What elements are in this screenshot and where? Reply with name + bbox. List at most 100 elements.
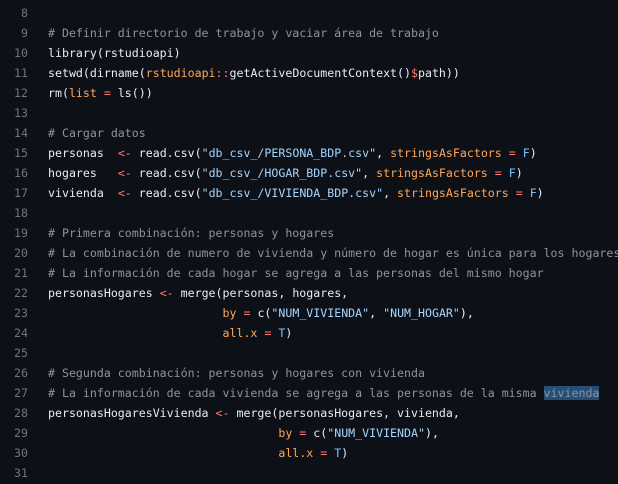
line-number: 9 (21, 26, 28, 40)
code-token: stringsAsFactors (397, 186, 509, 200)
code-token: rm( (48, 86, 69, 100)
code-line[interactable]: 21 # La información de cada hogar se agre… (0, 263, 618, 283)
code-text[interactable]: setwd(dirname(rstudioapi::getActiveDocum… (48, 63, 460, 83)
code-editor[interactable]: 8 9 # Definir directorio de trabajo y vaci… (0, 3, 618, 483)
code-line[interactable]: 22 personasHogares <- merge(personas, hog… (0, 283, 618, 303)
line-number: 27 (14, 386, 28, 400)
code-token: getActiveDocumentContext() (229, 66, 411, 80)
code-line[interactable]: 19 # Primera combinación: personas y hoga… (0, 223, 618, 243)
code-line[interactable]: 8 (0, 3, 618, 23)
line-number: 18 (14, 206, 28, 220)
code-token: merge(personas, hogares, (173, 286, 349, 300)
code-token: ) (341, 446, 349, 460)
code-line[interactable]: 13 (0, 103, 618, 123)
code-token: = (313, 446, 335, 460)
code-token: = (292, 426, 314, 440)
code-token: <- (117, 146, 132, 160)
code-token: "NUM_VIVIENDA" (327, 426, 425, 440)
code-text[interactable]: # Definir directorio de trabajo y vaciar… (48, 23, 439, 43)
code-text[interactable]: by = c("NUM_VIVIENDA", "NUM_HOGAR"), (48, 303, 474, 323)
code-text[interactable]: # Primera combinación: personas y hogare… (48, 223, 334, 243)
code-line[interactable]: 18 (0, 203, 618, 223)
code-line[interactable]: 15 personas <- read.csv("db_csv_/PERSONA_… (0, 143, 618, 163)
code-token: vivienda (48, 186, 118, 200)
code-text[interactable]: rm(list = ls()) (48, 83, 153, 103)
code-text[interactable]: # Segunda combinación: personas y hogare… (48, 363, 425, 383)
selected-text: vivienda (543, 386, 600, 400)
code-token: "NUM_VIVIENDA" (271, 306, 370, 320)
code-line[interactable]: 11 setwd(dirname(rstudioapi::getActiveDoc… (0, 63, 618, 83)
code-token: # Primera combinación: personas y hogare… (48, 226, 335, 240)
code-text[interactable]: by = c("NUM_VIVIENDA"), (48, 423, 439, 443)
code-token: by (222, 306, 237, 320)
code-token: hogares (48, 166, 118, 180)
line-number: 21 (14, 266, 28, 280)
code-text[interactable]: library(rstudioapi) (48, 43, 181, 63)
code-token: F (522, 146, 530, 160)
code-token: read.csv( (131, 146, 202, 160)
code-token: "db_csv_/PERSONA_BDP.csv" (201, 146, 377, 160)
code-line[interactable]: 23 by = c("NUM_VIVIENDA", "NUM_HOGAR"), (0, 303, 618, 323)
code-line[interactable]: 31 (0, 463, 618, 483)
code-token: = (487, 166, 509, 180)
line-number: 25 (14, 346, 28, 360)
line-number: 8 (21, 6, 28, 20)
code-line[interactable]: 12 rm(list = ls()) (0, 83, 618, 103)
code-line[interactable]: 17 vivienda <- read.csv("db_csv_/VIVIENDA… (0, 183, 618, 203)
code-line[interactable]: 16 hogares <- read.csv("db_csv_/HOGAR_BDP… (0, 163, 618, 183)
code-text[interactable]: personas <- read.csv("db_csv_/PERSONA_BD… (48, 143, 537, 163)
code-token: # Cargar datos (48, 126, 146, 140)
code-text[interactable]: hogares <- read.csv("db_csv_/HOGAR_BDP.c… (48, 163, 523, 183)
code-token: = (96, 86, 118, 100)
code-line[interactable]: 30 all.x = T) (0, 443, 618, 463)
code-line[interactable]: 24 all.x = T) (0, 323, 618, 343)
code-token: rstudioapi (145, 66, 216, 80)
code-line[interactable]: 9 # Definir directorio de trabajo y vacia… (0, 23, 618, 43)
code-text[interactable]: personasHogaresVivienda <- merge(persona… (48, 403, 460, 423)
code-token: read.csv( (131, 186, 202, 200)
line-number: 26 (14, 366, 28, 380)
line-number: 31 (14, 466, 28, 480)
code-token: , (362, 166, 377, 180)
code-token: path)) (417, 66, 460, 80)
code-text[interactable]: personasHogares <- merge(personas, hogar… (48, 283, 348, 303)
line-number: 29 (14, 426, 28, 440)
line-number: 15 (14, 146, 28, 160)
code-token: $ (411, 66, 418, 80)
line-number: 16 (14, 166, 28, 180)
code-token: = (508, 186, 530, 200)
code-text[interactable]: # La información de cada vivienda se agr… (48, 383, 600, 403)
line-number: 30 (14, 446, 28, 460)
code-line[interactable]: 10 library(rstudioapi) (0, 43, 618, 63)
code-line[interactable]: 27 # La información de cada vivienda se a… (0, 383, 618, 403)
code-text[interactable]: all.x = T) (48, 443, 348, 463)
code-token: personasHogares (48, 286, 160, 300)
line-number: 28 (14, 406, 28, 420)
code-token: # La información de cada vivienda se agr… (48, 386, 544, 400)
code-token: ls()) (117, 86, 153, 100)
code-text[interactable]: vivienda <- read.csv("db_csv_/VIVIENDA_B… (48, 183, 544, 203)
code-token: personasHogaresVivienda (48, 406, 216, 420)
code-token: personas (48, 146, 118, 160)
code-line[interactable]: 29 by = c("NUM_VIVIENDA"), (0, 423, 618, 443)
code-line[interactable]: 20 # La combinación de numero de vivienda… (0, 243, 618, 263)
code-text[interactable]: # La combinación de numero de vivienda y… (48, 243, 618, 263)
line-number: 11 (14, 66, 28, 80)
line-number: 20 (14, 246, 28, 260)
code-token: ) (515, 166, 523, 180)
code-token: <- (159, 286, 174, 300)
line-number: 14 (14, 126, 28, 140)
code-line[interactable]: 28 personasHogaresVivienda <- merge(perso… (0, 403, 618, 423)
code-text[interactable]: # Cargar datos (48, 123, 146, 143)
code-line[interactable]: 14 # Cargar datos (0, 123, 618, 143)
code-line[interactable]: 26 # Segunda combinación: personas y hoga… (0, 363, 618, 383)
code-text[interactable]: # La información de cada hogar se agrega… (48, 263, 544, 283)
code-token: all.x (278, 446, 314, 460)
code-token: "db_csv_/VIVIENDA_BDP.csv" (201, 186, 384, 200)
code-line[interactable]: 25 (0, 343, 618, 363)
line-number: 10 (14, 46, 28, 60)
code-text[interactable]: all.x = T) (48, 323, 293, 343)
